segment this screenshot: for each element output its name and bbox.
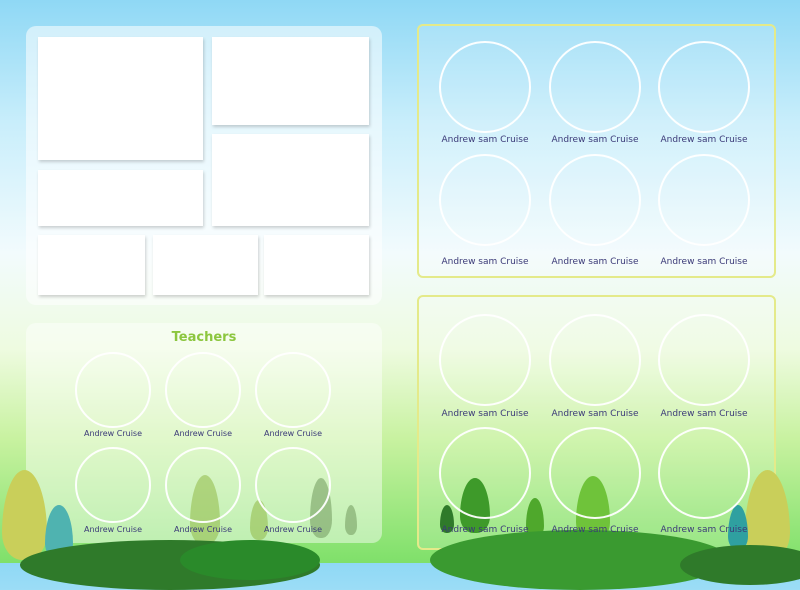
student-photo-circle[interactable] — [549, 154, 641, 246]
photo-placeholder[interactable] — [153, 235, 258, 295]
student-name: Andrew sam Cruise — [551, 135, 639, 145]
photo-placeholder[interactable] — [212, 134, 369, 226]
student-photo-circle[interactable] — [658, 41, 750, 133]
student-name: Andrew sam Cruise — [660, 525, 748, 535]
student-photo-circle[interactable] — [439, 41, 531, 133]
student-name: Andrew sam Cruise — [441, 135, 529, 145]
hill-illustration — [180, 540, 320, 580]
photo-placeholder[interactable] — [212, 37, 369, 125]
student-name: Andrew sam Cruise — [660, 409, 748, 419]
student-name: Andrew sam Cruise — [660, 257, 748, 267]
teacher-photo-circle[interactable] — [255, 352, 331, 428]
teacher-photo-circle[interactable] — [165, 352, 241, 428]
hill-illustration — [680, 545, 800, 585]
student-name: Andrew sam Cruise — [660, 135, 748, 145]
teachers-title: Teachers — [171, 330, 237, 345]
teacher-name: Andrew Cruise — [264, 429, 322, 438]
student-name: Andrew sam Cruise — [441, 409, 529, 419]
student-name: Andrew sam Cruise — [441, 525, 529, 535]
photo-placeholder[interactable] — [38, 235, 145, 295]
photo-placeholder[interactable] — [38, 37, 203, 160]
student-photo-circle[interactable] — [549, 41, 641, 133]
photo-placeholder[interactable] — [264, 235, 369, 295]
photo-placeholder[interactable] — [38, 170, 203, 226]
teacher-name: Andrew Cruise — [264, 525, 322, 534]
teacher-photo-circle[interactable] — [75, 447, 151, 523]
student-photo-circle[interactable] — [658, 154, 750, 246]
student-photo-circle[interactable] — [658, 427, 750, 519]
student-photo-circle[interactable] — [658, 314, 750, 406]
student-name: Andrew sam Cruise — [551, 525, 639, 535]
student-photo-circle[interactable] — [439, 154, 531, 246]
student-photo-circle[interactable] — [439, 314, 531, 406]
student-name: Andrew sam Cruise — [551, 409, 639, 419]
teacher-photo-circle[interactable] — [165, 447, 241, 523]
student-photo-circle[interactable] — [549, 314, 641, 406]
student-photo-circle[interactable] — [439, 427, 531, 519]
teacher-photo-circle[interactable] — [75, 352, 151, 428]
student-name: Andrew sam Cruise — [441, 257, 529, 267]
teacher-photo-circle[interactable] — [255, 447, 331, 523]
student-name: Andrew sam Cruise — [551, 257, 639, 267]
student-photo-circle[interactable] — [549, 427, 641, 519]
